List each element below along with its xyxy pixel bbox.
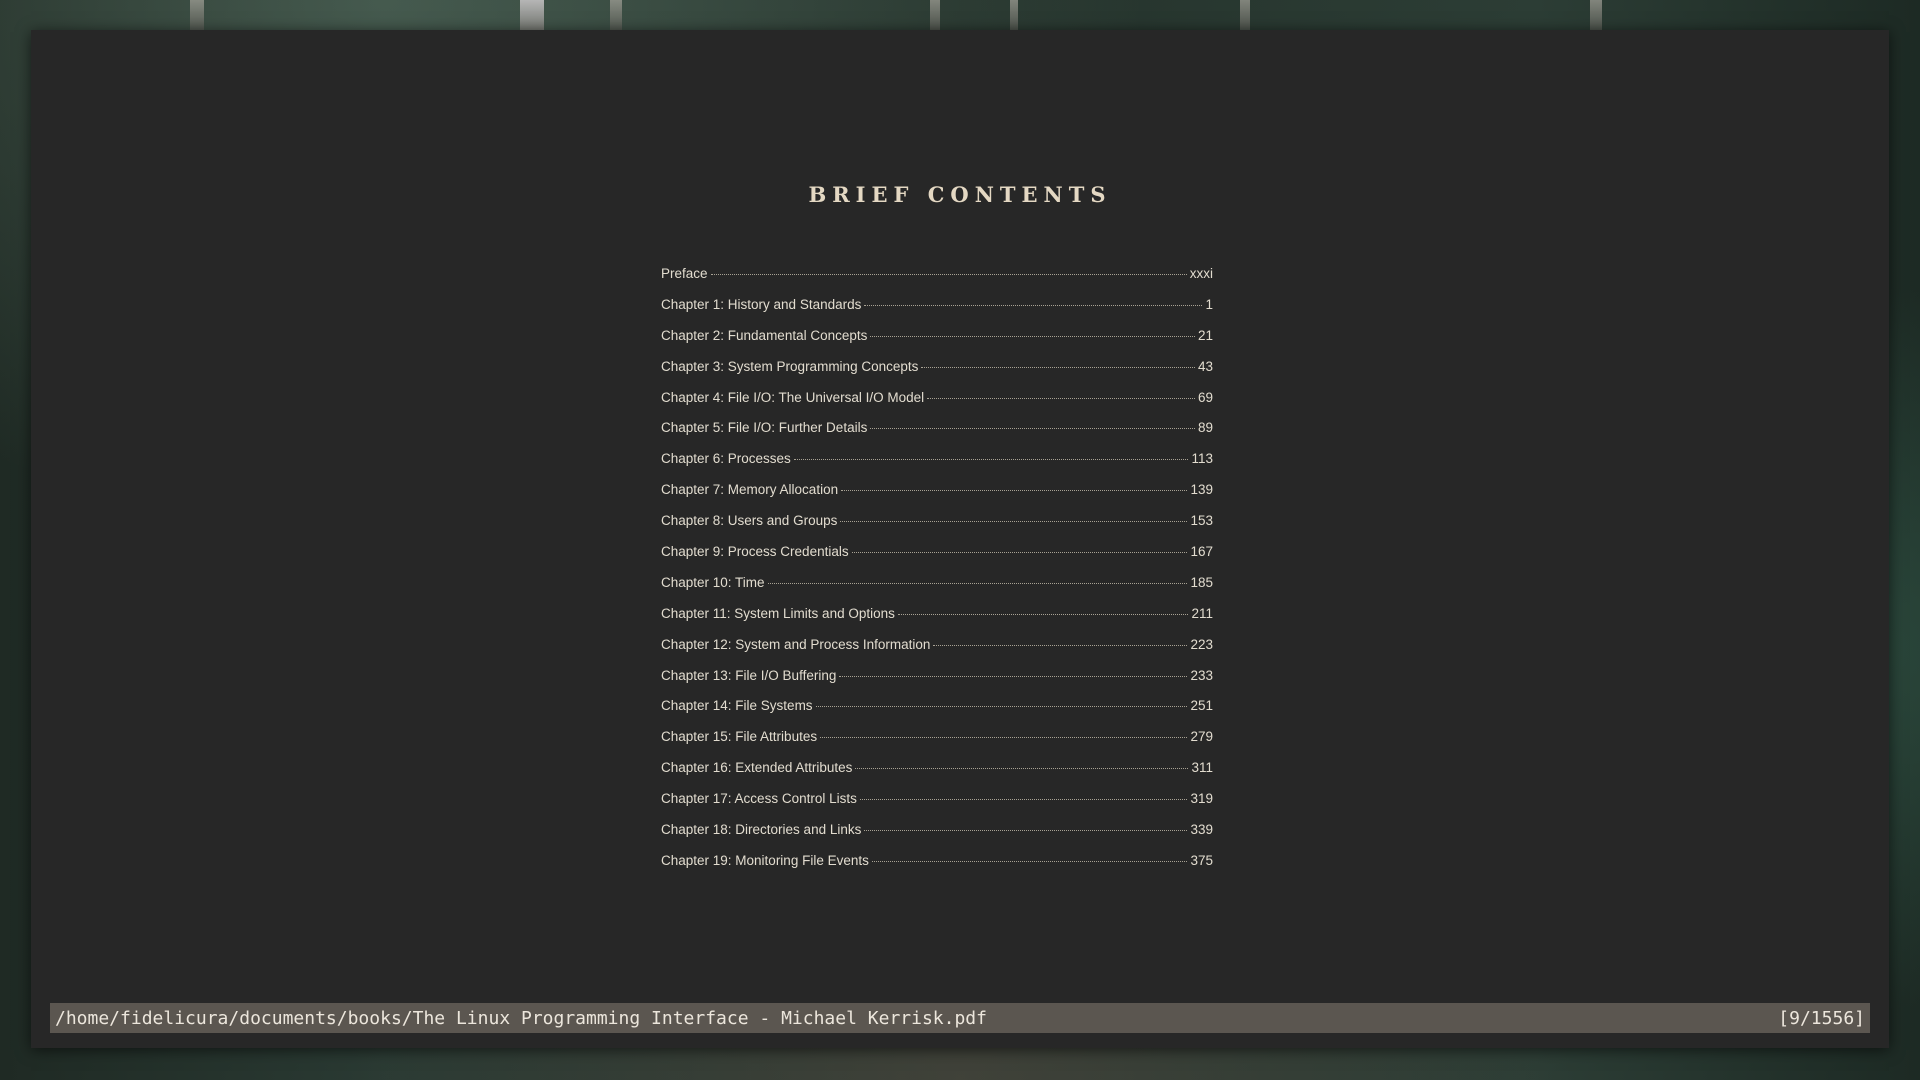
toc-entry[interactable]: Chapter 1: History and Standards 1: [661, 297, 1213, 328]
toc-entry[interactable]: Chapter 9: Process Credentials 167: [661, 544, 1213, 575]
toc-leader-dots: [864, 830, 1188, 832]
toc-leader-dots: [870, 428, 1195, 430]
toc-leader-dots: [840, 521, 1188, 523]
toc-entry-page-number: 43: [1197, 358, 1213, 374]
toc-leader-dots: [855, 768, 1189, 770]
toc-entry[interactable]: Chapter 13: File I/O Buffering 233: [661, 668, 1213, 699]
toc-leader-dots: [933, 644, 1188, 646]
toc-entry-label: Chapter 4: File I/O: The Universal I/O M…: [661, 389, 925, 405]
toc-leader-dots: [864, 304, 1203, 306]
toc-entry[interactable]: Chapter 17: Access Control Lists 319: [661, 791, 1213, 822]
toc-leader-dots: [859, 799, 1188, 801]
toc-entry[interactable]: Preface xxxi: [661, 266, 1213, 297]
page-indicator: [9/1556]: [1778, 1007, 1865, 1029]
pdf-viewer-window: BRIEF CONTENTS Preface xxxi Chapter 1: His…: [31, 30, 1889, 1048]
toc-entry-page-number: 139: [1190, 482, 1213, 498]
toc-leader-dots: [921, 366, 1195, 368]
toc-leader-dots: [815, 706, 1188, 708]
toc-entry-page-number: 153: [1190, 513, 1213, 529]
file-path: /home/fidelicura/documents/books/The Lin…: [55, 1007, 987, 1029]
toc-entry-label: Chapter 1: History and Standards: [661, 296, 862, 312]
toc-leader-dots: [841, 490, 1188, 492]
toc-entry-page-number: 233: [1190, 667, 1213, 683]
toc-entry[interactable]: Chapter 2: Fundamental Concepts 21: [661, 328, 1213, 359]
page-title: BRIEF CONTENTS: [808, 182, 1112, 207]
toc-entry-page-number: 339: [1190, 822, 1213, 838]
toc-leader-dots: [820, 737, 1188, 739]
toc-entry-page-number: 311: [1191, 760, 1213, 776]
toc-entry-label: Chapter 5: File I/O: Further Details: [661, 420, 868, 436]
toc-entry-page-number: 167: [1190, 544, 1213, 560]
toc-entry-page-number: 319: [1190, 791, 1213, 807]
toc-entry-page-number: 185: [1190, 574, 1213, 590]
toc-entry-label: Chapter 3: System Programming Concepts: [661, 358, 919, 374]
toc-entry[interactable]: Chapter 15: File Attributes 279: [661, 729, 1213, 760]
toc-entry-label: Chapter 19: Monitoring File Events: [661, 852, 869, 868]
toc-entry[interactable]: Chapter 19: Monitoring File Events 375: [661, 853, 1213, 884]
toc-entry[interactable]: Chapter 14: File Systems 251: [661, 698, 1213, 729]
wallpaper-tree: [190, 0, 204, 30]
wallpaper-tree: [1010, 0, 1018, 30]
toc-entry-label: Preface: [661, 266, 708, 281]
toc-entry-label: Chapter 15: File Attributes: [661, 729, 818, 745]
toc-entry[interactable]: Chapter 18: Directories and Links 339: [661, 822, 1213, 853]
toc-entry-page-number: 223: [1190, 636, 1213, 652]
toc-leader-dots: [839, 675, 1188, 677]
toc-entry-label: Chapter 11: System Limits and Options: [661, 605, 895, 621]
toc-entry[interactable]: Chapter 3: System Programming Concepts 43: [661, 359, 1213, 390]
toc-entry-label: Chapter 13: File I/O Buffering: [661, 667, 837, 683]
toc-entry-page-number: 69: [1197, 389, 1213, 405]
pdf-page[interactable]: BRIEF CONTENTS Preface xxxi Chapter 1: His…: [31, 30, 1889, 1000]
toc-entry-label: Chapter 10: Time: [661, 574, 765, 590]
toc-entry-page-number: 21: [1197, 327, 1213, 343]
toc-entry[interactable]: Chapter 7: Memory Allocation 139: [661, 482, 1213, 513]
toc-leader-dots: [851, 552, 1188, 554]
toc-entry[interactable]: Chapter 8: Users and Groups 153: [661, 513, 1213, 544]
toc-entry[interactable]: Chapter 4: File I/O: The Universal I/O M…: [661, 390, 1213, 421]
toc-entry-label: Chapter 2: Fundamental Concepts: [661, 327, 868, 343]
toc-entry-label: Chapter 17: Access Control Lists: [661, 791, 857, 807]
toc-entry[interactable]: Chapter 11: System Limits and Options 211: [661, 606, 1213, 637]
toc-entry-label: Chapter 18: Directories and Links: [661, 822, 862, 838]
toc-entry-page-number: 211: [1191, 605, 1213, 621]
toc-entry-label: Chapter 14: File Systems: [661, 698, 813, 714]
toc-leader-dots: [870, 335, 1195, 337]
statusbar: /home/fidelicura/documents/books/The Lin…: [50, 1003, 1870, 1033]
toc-leader-dots: [793, 459, 1189, 461]
toc-entry[interactable]: Chapter 16: Extended Attributes 311: [661, 760, 1213, 791]
toc-leader-dots: [927, 397, 1195, 399]
toc-entry-page-number: 375: [1190, 852, 1213, 868]
wallpaper-tree: [930, 0, 940, 30]
toc-leader-dots: [710, 274, 1187, 275]
toc-leader-dots: [871, 860, 1188, 862]
toc-entry[interactable]: Chapter 12: System and Process Informati…: [661, 637, 1213, 668]
table-of-contents: Preface xxxi Chapter 1: History and Standa…: [661, 266, 1213, 884]
toc-entry-label: Chapter 9: Process Credentials: [661, 544, 849, 560]
toc-entry-page-number: 1: [1205, 296, 1213, 312]
toc-entry[interactable]: Chapter 5: File I/O: Further Details 89: [661, 420, 1213, 451]
toc-entry-page-number: 279: [1190, 729, 1213, 745]
toc-entry[interactable]: Chapter 6: Processes 113: [661, 451, 1213, 482]
wallpaper-tree: [610, 0, 622, 30]
toc-entry-page-number: xxxi: [1189, 266, 1213, 281]
toc-leader-dots: [767, 582, 1188, 584]
toc-entry-label: Chapter 6: Processes: [661, 451, 791, 467]
toc-entry-label: Chapter 12: System and Process Informati…: [661, 636, 931, 652]
toc-leader-dots: [897, 613, 1189, 615]
wallpaper-tree: [520, 0, 544, 30]
toc-entry-page-number: 251: [1190, 698, 1213, 714]
toc-entry-page-number: 113: [1191, 451, 1213, 467]
toc-entry-label: Chapter 7: Memory Allocation: [661, 482, 839, 498]
toc-entry-label: Chapter 8: Users and Groups: [661, 513, 838, 529]
toc-entry-label: Chapter 16: Extended Attributes: [661, 760, 853, 776]
wallpaper-tree: [1240, 0, 1250, 30]
wallpaper-tree: [1590, 0, 1602, 30]
toc-entry[interactable]: Chapter 10: Time 185: [661, 575, 1213, 606]
toc-entry-page-number: 89: [1197, 420, 1213, 436]
